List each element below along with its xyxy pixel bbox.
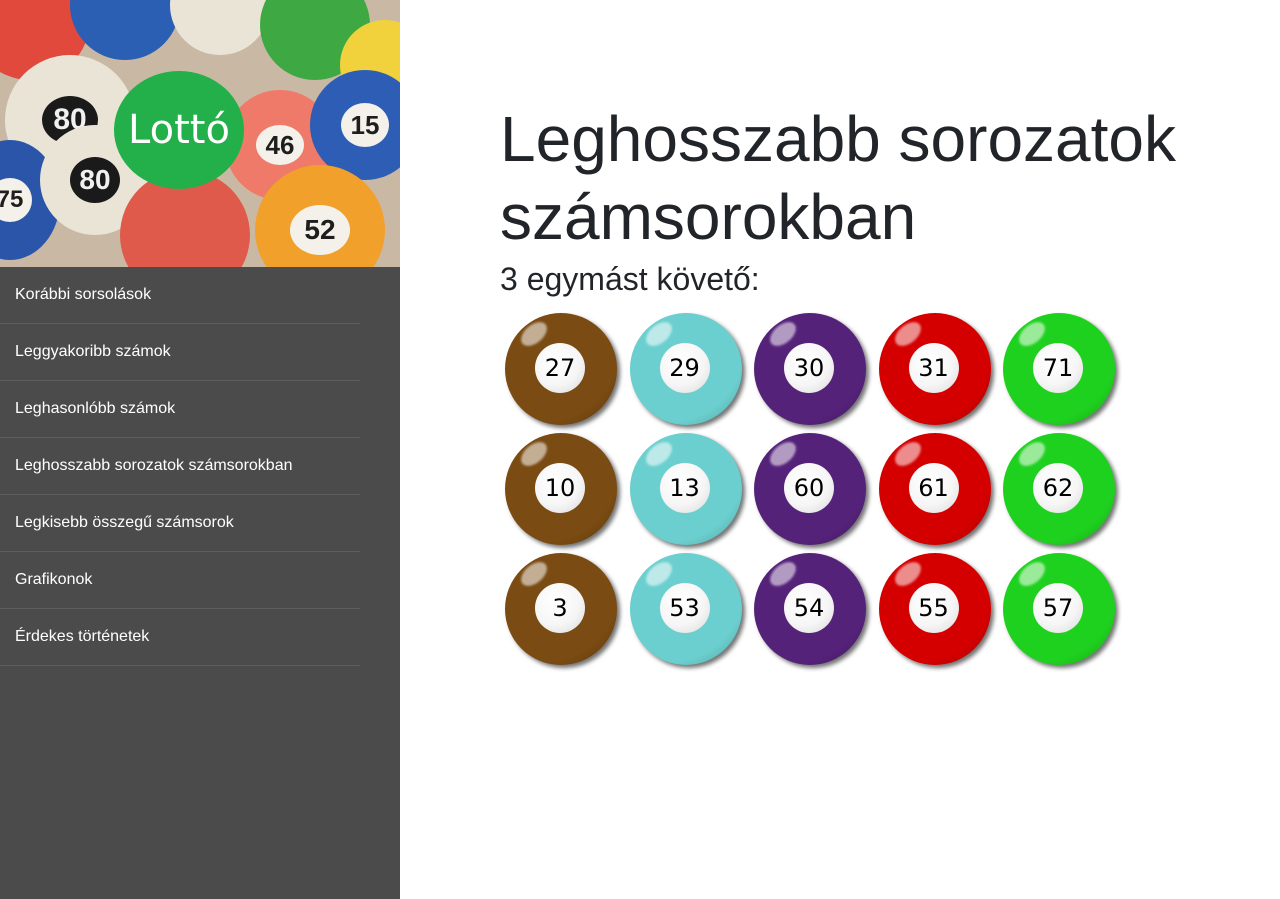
ball-face: 61: [908, 463, 959, 513]
number-ball: 53: [629, 553, 742, 665]
ball-number: 60: [793, 474, 825, 502]
sidebar: 80 46 15 75 80 52 Lottó Korábbi sorsolás…: [0, 0, 400, 899]
lotto-logo[interactable]: Lottó: [114, 71, 244, 189]
number-ball: 60: [754, 433, 866, 545]
ball-number: 57: [1042, 594, 1074, 622]
banner-ball-label: 75: [0, 178, 32, 222]
ball-face: 71: [1033, 343, 1083, 393]
main-content: Leghosszabb sorozatok számsorokban 3 egy…: [500, 100, 1240, 299]
ball-number: 62: [1042, 474, 1074, 502]
logo-text: Lottó: [128, 107, 230, 153]
number-balls-grid: 27 29 30 31 71 10 13 60 61 62 3 53 54 55 57: [505, 313, 1128, 673]
ball-number: 61: [918, 474, 949, 502]
sidebar-item-label: Leghosszabb sorozatok számsorokban: [15, 457, 293, 474]
ball-row: 3 53 54 55 57: [505, 553, 1128, 673]
sidebar-item-previous-draws[interactable]: Korábbi sorsolások: [0, 267, 360, 324]
sidebar-item-most-similar-numbers[interactable]: Leghasonlóbb számok: [0, 381, 360, 438]
ball-number: 27: [544, 354, 576, 382]
number-ball: 71: [1003, 313, 1115, 425]
ball-number: 31: [918, 354, 949, 382]
section-subtitle: 3 egymást követő:: [500, 261, 760, 297]
ball-row: 10 13 60 61 62: [505, 433, 1128, 553]
number-ball: 55: [878, 553, 991, 665]
banner-ball-label: 52: [290, 205, 350, 255]
ball-number: 29: [669, 354, 700, 382]
ball-number: 3: [552, 594, 568, 622]
page-title: Leghosszabb sorozatok számsorokban: [500, 103, 1176, 253]
ball-face: 29: [659, 343, 710, 393]
ball-face: 62: [1033, 463, 1083, 513]
ball-face: 57: [1033, 583, 1083, 633]
lottery-banner-image: 80 46 15 75 80 52 Lottó: [0, 0, 400, 267]
ball-number: 10: [544, 474, 576, 502]
ball-face: 10: [535, 463, 585, 513]
banner-ball: [70, 0, 180, 60]
ball-face: 27: [535, 343, 585, 393]
number-ball: 57: [1003, 553, 1115, 665]
ball-number: 53: [669, 594, 700, 622]
ball-face: 60: [784, 463, 834, 513]
sidebar-item-label: Legkisebb összegű számsorok: [15, 514, 234, 531]
ball-face: 30: [784, 343, 834, 393]
ball-face: 3: [535, 583, 585, 633]
ball-face: 31: [908, 343, 959, 393]
ball-number: 71: [1042, 354, 1074, 382]
ball-number: 54: [793, 594, 825, 622]
ball-face: 55: [908, 583, 959, 633]
sidebar-item-label: Korábbi sorsolások: [15, 286, 152, 303]
sidebar-item-label: Érdekes történetek: [15, 628, 150, 645]
ball-number: 55: [918, 594, 949, 622]
number-ball: 3: [505, 553, 617, 665]
banner-ball: [170, 0, 270, 55]
number-ball: 61: [878, 433, 991, 545]
number-ball: 54: [754, 553, 866, 665]
ball-face: 13: [659, 463, 710, 513]
banner-ball-label: 46: [256, 125, 304, 165]
ball-face: 54: [784, 583, 834, 633]
sidebar-item-smallest-sum[interactable]: Legkisebb összegű számsorok: [0, 495, 360, 552]
ball-row: 27 29 30 31 71: [505, 313, 1128, 433]
number-ball: 31: [878, 313, 991, 425]
number-ball: 10: [505, 433, 617, 545]
ball-number: 13: [669, 474, 700, 502]
banner-ball-label: 80: [70, 157, 120, 203]
number-ball: 13: [629, 433, 742, 545]
sidebar-nav: Korábbi sorsolások Leggyakoribb számok L…: [0, 267, 400, 666]
number-ball: 30: [754, 313, 866, 425]
sidebar-item-charts[interactable]: Grafikonok: [0, 552, 360, 609]
banner-ball-label: 15: [341, 103, 389, 147]
sidebar-item-label: Leggyakoribb számok: [15, 343, 171, 360]
sidebar-item-interesting-stories[interactable]: Érdekes történetek: [0, 609, 360, 666]
number-ball: 62: [1003, 433, 1115, 545]
sidebar-item-most-frequent-numbers[interactable]: Leggyakoribb számok: [0, 324, 360, 381]
number-ball: 27: [505, 313, 617, 425]
ball-face: 53: [659, 583, 710, 633]
number-ball: 29: [629, 313, 742, 425]
sidebar-item-longest-sequences[interactable]: Leghosszabb sorozatok számsorokban: [0, 438, 360, 495]
sidebar-item-label: Grafikonok: [15, 571, 93, 588]
sidebar-item-label: Leghasonlóbb számok: [15, 400, 176, 417]
ball-number: 30: [793, 354, 825, 382]
